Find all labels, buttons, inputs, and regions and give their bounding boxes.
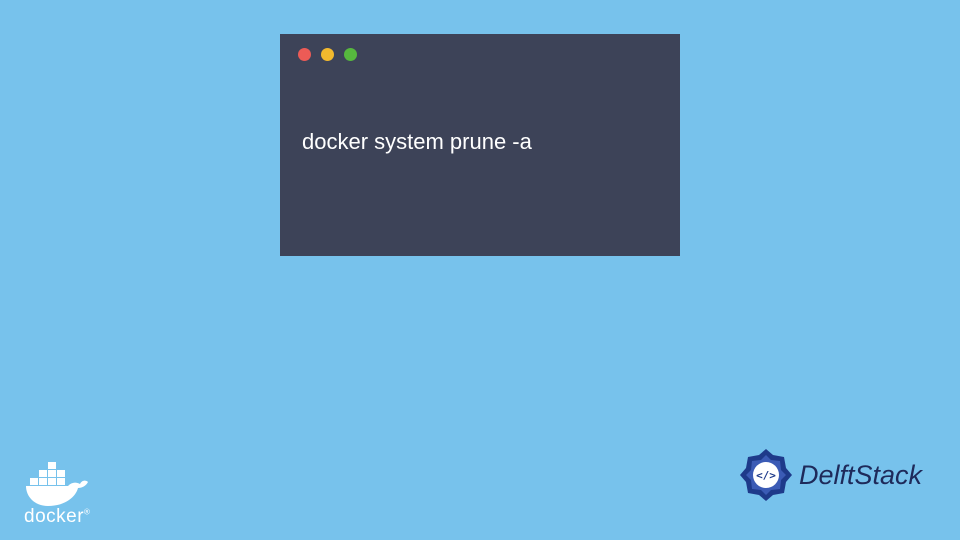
svg-text:</>: </> xyxy=(756,469,776,482)
delftstack-logo: </> DelftStack xyxy=(737,446,922,504)
docker-logo: docker® xyxy=(24,458,102,528)
delftstack-badge-icon: </> xyxy=(737,446,795,504)
window-titlebar xyxy=(280,34,680,75)
terminal-command: docker system prune -a xyxy=(280,75,680,155)
docker-whale-icon xyxy=(24,458,102,508)
terminal-window: docker system prune -a xyxy=(280,34,680,256)
docker-name: docker xyxy=(24,506,84,527)
close-icon[interactable] xyxy=(298,48,311,61)
maximize-icon[interactable] xyxy=(344,48,357,61)
minimize-icon[interactable] xyxy=(321,48,334,61)
delftstack-logo-text: DelftStack xyxy=(799,460,922,491)
trademark-icon: ® xyxy=(84,508,90,517)
docker-logo-text: docker® xyxy=(24,506,102,528)
